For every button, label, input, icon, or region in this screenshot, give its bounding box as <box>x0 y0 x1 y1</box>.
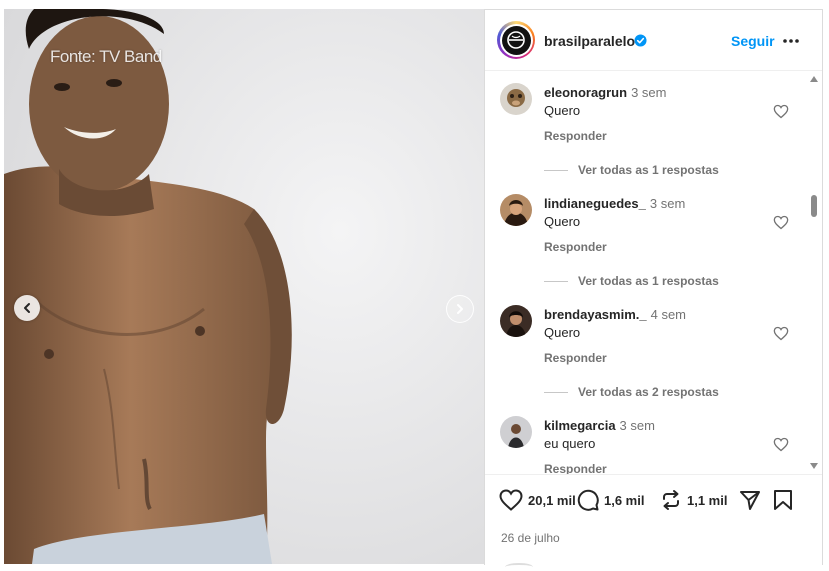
more-icon[interactable] <box>782 32 800 50</box>
comment-item: brendayasmim._ 4 sem Quero Responder Ver … <box>485 293 805 404</box>
repost-icon <box>663 490 679 510</box>
heart-icon[interactable] <box>773 215 789 230</box>
like-button[interactable]: 20,1 mil <box>499 489 576 511</box>
author-avatar[interactable] <box>497 21 535 59</box>
share-button[interactable] <box>739 489 761 511</box>
previous-slide-button[interactable] <box>14 295 40 321</box>
scroll-down-arrow-icon[interactable] <box>810 463 818 469</box>
divider-line <box>544 280 568 282</box>
commenter-avatar[interactable] <box>500 194 532 226</box>
view-replies-label: Ver todas as 2 respostas <box>578 385 719 399</box>
view-replies-label: Ver todas as 1 respostas <box>578 163 719 177</box>
comment-text: Quero <box>544 214 581 229</box>
bookmark-icon <box>774 490 792 510</box>
comment-time: 4 sem <box>650 307 687 322</box>
post-header: brasilparalelo Seguir <box>485 10 822 71</box>
chevron-left-icon <box>24 303 30 313</box>
reply-button[interactable]: Responder <box>544 129 607 143</box>
comments-list[interactable]: eleonoragrun 3 sem Quero Responder Ver to… <box>485 71 822 474</box>
source-watermark: Fonte: TV Band <box>50 47 162 66</box>
comment-item: eleonoragrun 3 sem Quero Responder Ver to… <box>485 71 805 182</box>
post-date: 26 de julho <box>501 531 560 545</box>
comment-item: lindianeguedes_ 3 sem Quero Responder Ver… <box>485 182 805 293</box>
verified-badge-icon <box>634 34 647 47</box>
heart-icon <box>499 489 523 511</box>
comment-text: Quero <box>544 103 581 118</box>
comment-text: eu quero <box>544 436 596 451</box>
divider-line <box>544 169 568 171</box>
save-button[interactable] <box>773 489 793 511</box>
reply-button[interactable]: Responder <box>544 240 607 254</box>
brand-logo-icon <box>507 31 525 49</box>
comment-text: Quero <box>544 325 581 340</box>
comment-count: 1,6 mil <box>604 492 645 508</box>
view-replies-label: Ver todas as 1 respostas <box>578 274 719 288</box>
commenter-username[interactable]: eleonoragrun <box>544 85 627 100</box>
post-photo <box>4 9 484 564</box>
commenter-avatar[interactable] <box>500 416 532 448</box>
next-slide-button[interactable] <box>446 295 474 323</box>
heart-icon[interactable] <box>773 326 789 341</box>
author-username[interactable]: brasilparalelo <box>544 33 635 49</box>
share-icon <box>740 491 760 510</box>
follow-button[interactable]: Seguir <box>731 33 775 49</box>
chevron-right-icon <box>457 304 463 314</box>
commenter-avatar[interactable] <box>500 305 532 337</box>
repost-count: 1,1 mil <box>687 492 728 508</box>
view-replies-button[interactable]: Ver todas as 1 respostas <box>544 163 719 177</box>
action-bar: 20,1 mil 1,6 mil 1,1 mil <box>499 489 809 515</box>
reply-button[interactable]: Responder <box>544 462 607 474</box>
comment-time: 3 sem <box>649 196 686 211</box>
view-replies-button[interactable]: Ver todas as 1 respostas <box>544 274 719 288</box>
divider-line <box>544 391 568 393</box>
next-section-edge <box>505 563 533 571</box>
view-replies-button[interactable]: Ver todas as 2 respostas <box>544 385 719 399</box>
comment-item: kilmegarcia 3 sem eu quero Responder <box>485 404 805 474</box>
heart-icon[interactable] <box>773 104 789 119</box>
comment-time: 3 sem <box>631 85 667 100</box>
like-count: 20,1 mil <box>528 492 576 508</box>
comments-scrollbar[interactable] <box>805 71 822 474</box>
repost-button[interactable]: 1,1 mil <box>660 489 727 511</box>
commenter-username[interactable]: kilmegarcia <box>544 418 616 433</box>
comment-button[interactable]: 1,6 mil <box>577 489 644 511</box>
post-media[interactable]: Fonte: TV Band <box>4 9 484 564</box>
comment-icon <box>577 489 599 511</box>
comment-time: 3 sem <box>619 418 655 433</box>
post-actions-footer: 20,1 mil 1,6 mil 1,1 mil 26 de julho <box>485 474 822 566</box>
heart-icon[interactable] <box>773 437 789 452</box>
commenter-avatar[interactable] <box>500 83 532 115</box>
reply-button[interactable]: Responder <box>544 351 607 365</box>
scroll-up-arrow-icon[interactable] <box>810 76 818 82</box>
commenter-username[interactable]: lindianeguedes_ <box>544 196 646 211</box>
scrollbar-thumb[interactable] <box>811 195 817 217</box>
commenter-username[interactable]: brendayasmim._ <box>544 307 647 322</box>
post-side-panel: brasilparalelo Seguir eleonoragrun 3 sem … <box>484 9 823 565</box>
